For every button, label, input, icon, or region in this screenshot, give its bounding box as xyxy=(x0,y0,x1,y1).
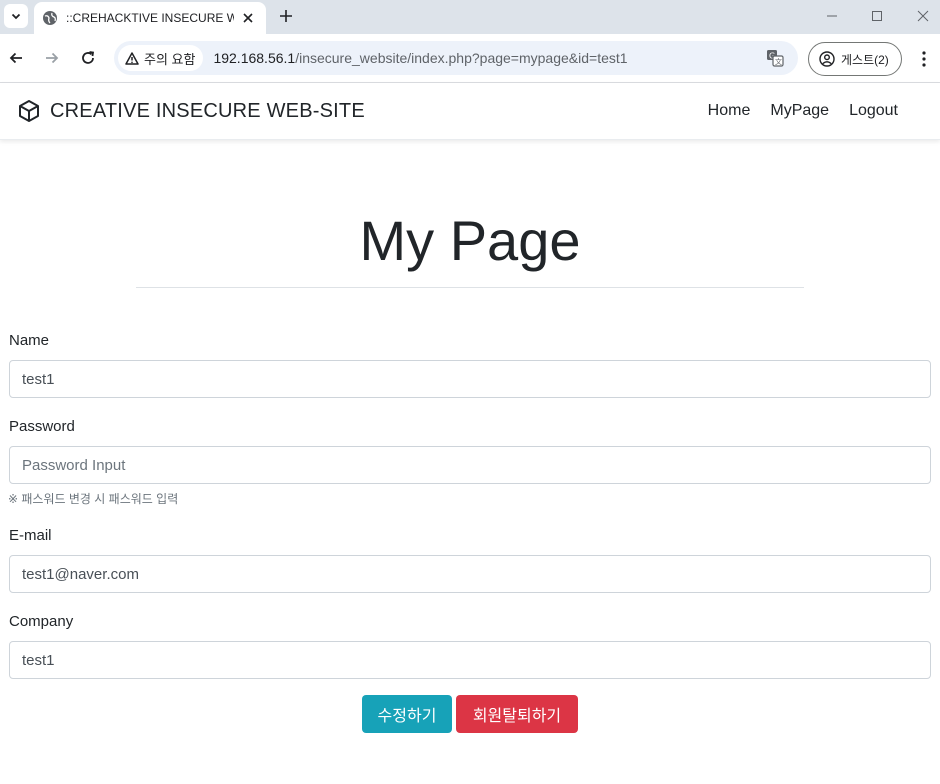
nav-link-mypage[interactable]: MyPage xyxy=(770,102,829,120)
new-tab-button[interactable] xyxy=(276,6,296,26)
close-icon xyxy=(917,10,929,22)
name-label: Name xyxy=(9,332,50,349)
site-navbar: CREATIVE INSECURE WEB-SITE Home MyPage L… xyxy=(0,83,940,140)
page-title: My Page xyxy=(359,209,581,272)
title-divider xyxy=(136,287,804,288)
tab-search-button[interactable] xyxy=(4,4,28,28)
box-icon xyxy=(19,100,39,122)
nav-link-logout[interactable]: Logout xyxy=(849,102,898,120)
site-brand[interactable]: CREATIVE INSECURE WEB-SITE xyxy=(18,99,365,123)
minimize-icon xyxy=(827,15,837,17)
password-label: Password xyxy=(9,418,75,435)
tab-close-button[interactable] xyxy=(240,10,256,26)
more-vert-icon xyxy=(922,51,926,67)
back-button[interactable] xyxy=(6,48,26,68)
account-circle-icon xyxy=(819,51,835,67)
password-help-text: ※ 패스워드 변경 시 패스워드 입력 xyxy=(8,492,179,506)
maximize-icon xyxy=(872,11,882,21)
security-chip[interactable]: 주의 요함 xyxy=(118,45,204,71)
nav-links: Home MyPage Logout xyxy=(708,102,898,120)
maximize-button[interactable] xyxy=(867,6,887,26)
arrow-right-icon xyxy=(46,52,59,64)
company-label: Company xyxy=(9,613,74,630)
withdraw-button[interactable]: 회원탈퇴하기 xyxy=(456,695,578,733)
browser-tab[interactable]: ::CREHACKTIVE INSECURE WEB xyxy=(34,2,266,34)
url-text[interactable]: 192.168.56.1/insecure_website/index.php?… xyxy=(213,50,627,66)
nav-link-home[interactable]: Home xyxy=(708,102,751,120)
reload-button[interactable] xyxy=(78,48,98,68)
brand-text: CREATIVE INSECURE WEB-SITE xyxy=(50,99,365,122)
security-label: 주의 요함 xyxy=(144,51,196,67)
browser-toolbar: 주의 요함 192.168.56.1/insecure_website/inde… xyxy=(0,34,940,83)
tab-title: ::CREHACKTIVE INSECURE WEB xyxy=(66,11,234,25)
translate-icon[interactable]: G文 xyxy=(766,49,784,67)
minimize-button[interactable] xyxy=(822,6,842,26)
name-input[interactable] xyxy=(9,360,931,398)
chevron-down-icon xyxy=(11,13,21,20)
browser-tab-bar: ::CREHACKTIVE INSECURE WEB xyxy=(0,0,940,34)
svg-text:文: 文 xyxy=(775,57,782,66)
globe-icon xyxy=(43,11,57,25)
address-bar[interactable]: 주의 요함 192.168.56.1/insecure_website/inde… xyxy=(114,41,798,75)
company-input[interactable] xyxy=(9,641,931,679)
forward-button[interactable] xyxy=(42,48,62,68)
edit-button[interactable]: 수정하기 xyxy=(362,695,452,733)
password-input[interactable] xyxy=(9,446,931,484)
reload-icon xyxy=(82,51,95,64)
url-path: /insecure_website/index.php?page=mypage&… xyxy=(295,50,628,66)
warning-icon xyxy=(125,51,139,65)
profile-button[interactable]: 게스트(2) xyxy=(808,42,902,76)
url-host: 192.168.56.1 xyxy=(213,50,296,66)
profile-label: 게스트(2) xyxy=(841,52,889,67)
arrow-left-icon xyxy=(9,52,22,64)
close-icon xyxy=(243,13,253,23)
email-input[interactable] xyxy=(9,555,931,593)
plus-icon xyxy=(280,10,292,22)
window-close-button[interactable] xyxy=(913,6,933,26)
browser-menu-button[interactable] xyxy=(914,49,934,69)
email-label: E-mail xyxy=(9,527,52,544)
